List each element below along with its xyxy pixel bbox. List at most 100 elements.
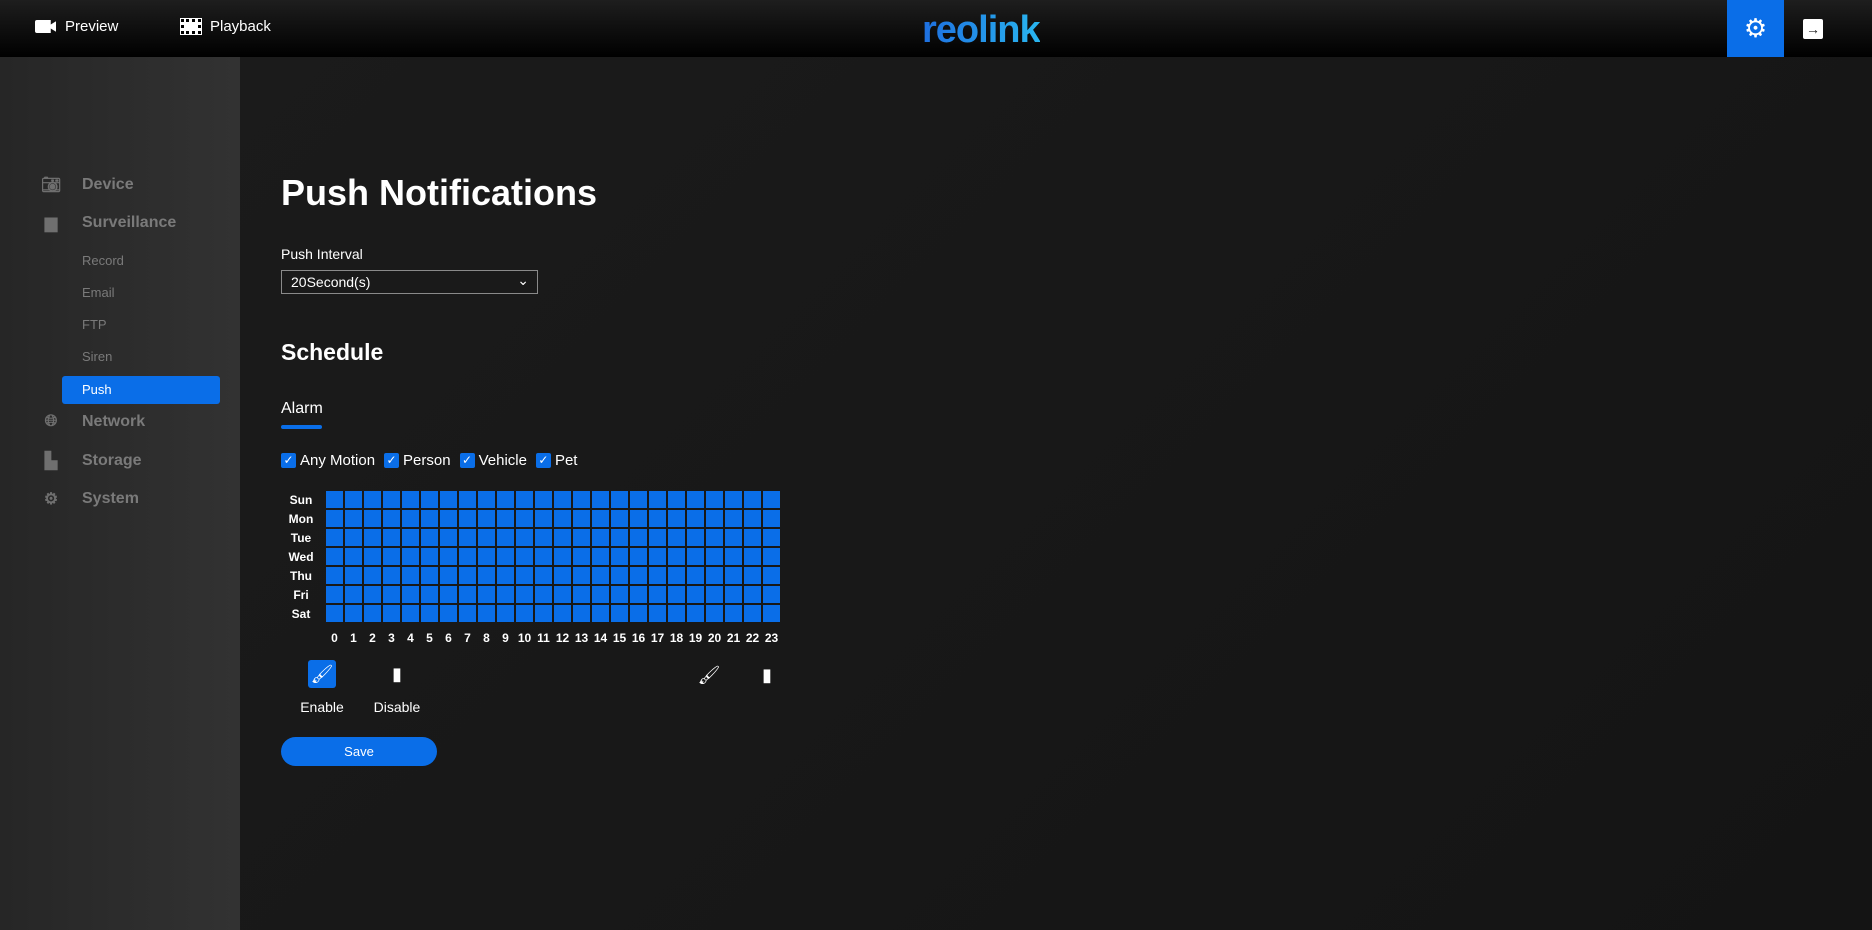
schedule-cell-sun-18[interactable] [668,491,685,508]
schedule-cell-fri-8[interactable] [478,586,495,603]
schedule-cell-thu-12[interactable] [554,567,571,584]
schedule-cell-mon-10[interactable] [516,510,533,527]
schedule-cell-sun-20[interactable] [706,491,723,508]
schedule-cell-fri-20[interactable] [706,586,723,603]
schedule-cell-thu-14[interactable] [592,567,609,584]
schedule-cell-sat-8[interactable] [478,605,495,622]
sidebar-item-network[interactable]: 🌐︎ Network [40,413,146,431]
settings-button[interactable]: ⚙ [1727,0,1784,57]
checkbox-vehicle[interactable]: ✓ Vehicle [459,452,527,469]
schedule-cell-mon-15[interactable] [611,510,628,527]
schedule-cell-sun-5[interactable] [421,491,438,508]
schedule-cell-fri-9[interactable] [497,586,514,603]
schedule-cell-thu-15[interactable] [611,567,628,584]
schedule-cell-mon-6[interactable] [440,510,457,527]
schedule-cell-mon-12[interactable] [554,510,571,527]
schedule-cell-wed-6[interactable] [440,548,457,565]
schedule-cell-mon-18[interactable] [668,510,685,527]
schedule-cell-mon-3[interactable] [383,510,400,527]
disable-eraser-button[interactable]: ▮ Disable [370,660,424,715]
schedule-cell-mon-13[interactable] [573,510,590,527]
schedule-cell-thu-21[interactable] [725,567,742,584]
sidebar-item-ftp[interactable]: FTP [82,317,107,332]
schedule-cell-sat-19[interactable] [687,605,704,622]
schedule-cell-tue-6[interactable] [440,529,457,546]
schedule-cell-fri-19[interactable] [687,586,704,603]
schedule-cell-sun-21[interactable] [725,491,742,508]
save-button[interactable]: Save [281,737,437,766]
schedule-cell-thu-6[interactable] [440,567,457,584]
schedule-cell-fri-0[interactable] [326,586,343,603]
schedule-cell-wed-12[interactable] [554,548,571,565]
schedule-cell-wed-18[interactable] [668,548,685,565]
schedule-cell-wed-2[interactable] [364,548,381,565]
schedule-cell-thu-8[interactable] [478,567,495,584]
schedule-cell-mon-7[interactable] [459,510,476,527]
schedule-cell-wed-23[interactable] [763,548,780,565]
schedule-cell-sun-7[interactable] [459,491,476,508]
schedule-cell-fri-17[interactable] [649,586,666,603]
checkbox-pet[interactable]: ✓ Pet [535,452,577,469]
schedule-cell-thu-11[interactable] [535,567,552,584]
schedule-cell-tue-8[interactable] [478,529,495,546]
schedule-cell-wed-14[interactable] [592,548,609,565]
schedule-cell-mon-20[interactable] [706,510,723,527]
schedule-cell-sun-3[interactable] [383,491,400,508]
schedule-cell-tue-15[interactable] [611,529,628,546]
sidebar-item-storage[interactable]: ▙ Storage [40,451,142,471]
schedule-grid[interactable] [326,491,780,622]
schedule-cell-thu-13[interactable] [573,567,590,584]
schedule-cell-sat-0[interactable] [326,605,343,622]
schedule-cell-tue-5[interactable] [421,529,438,546]
schedule-cell-sun-23[interactable] [763,491,780,508]
logout-button[interactable]: → [1803,19,1823,39]
schedule-cell-thu-2[interactable] [364,567,381,584]
schedule-cell-wed-15[interactable] [611,548,628,565]
schedule-cell-tue-4[interactable] [402,529,419,546]
schedule-cell-sat-13[interactable] [573,605,590,622]
schedule-cell-sat-16[interactable] [630,605,647,622]
schedule-cell-thu-20[interactable] [706,567,723,584]
preview-nav[interactable]: Preview [35,18,118,35]
schedule-cell-wed-21[interactable] [725,548,742,565]
schedule-cell-wed-13[interactable] [573,548,590,565]
schedule-cell-mon-2[interactable] [364,510,381,527]
schedule-cell-mon-17[interactable] [649,510,666,527]
schedule-cell-wed-19[interactable] [687,548,704,565]
schedule-cell-sat-21[interactable] [725,605,742,622]
schedule-cell-thu-7[interactable] [459,567,476,584]
schedule-cell-fri-5[interactable] [421,586,438,603]
schedule-cell-tue-16[interactable] [630,529,647,546]
schedule-cell-sat-12[interactable] [554,605,571,622]
schedule-cell-fri-6[interactable] [440,586,457,603]
schedule-cell-wed-10[interactable] [516,548,533,565]
schedule-cell-wed-4[interactable] [402,548,419,565]
schedule-cell-mon-22[interactable] [744,510,761,527]
schedule-cell-sat-5[interactable] [421,605,438,622]
playback-nav[interactable]: Playback [180,18,271,35]
schedule-cell-thu-10[interactable] [516,567,533,584]
sidebar-item-email[interactable]: Email [82,285,115,300]
push-interval-select[interactable]: 20Second(s) ⌄ [281,270,538,294]
clear-all-button[interactable]: ▮ [752,661,782,689]
schedule-cell-sun-4[interactable] [402,491,419,508]
schedule-cell-mon-14[interactable] [592,510,609,527]
schedule-cell-sat-18[interactable] [668,605,685,622]
schedule-cell-sat-20[interactable] [706,605,723,622]
schedule-cell-sun-15[interactable] [611,491,628,508]
schedule-cell-mon-0[interactable] [326,510,343,527]
schedule-cell-sun-17[interactable] [649,491,666,508]
schedule-cell-sun-8[interactable] [478,491,495,508]
schedule-cell-sat-3[interactable] [383,605,400,622]
schedule-cell-sat-6[interactable] [440,605,457,622]
schedule-cell-sun-11[interactable] [535,491,552,508]
schedule-cell-sun-6[interactable] [440,491,457,508]
sidebar-item-surveillance[interactable]: ▆ Surveillance [40,213,176,233]
sidebar-item-device[interactable]: 📷︎ Device [40,175,134,195]
schedule-cell-sat-14[interactable] [592,605,609,622]
schedule-cell-thu-16[interactable] [630,567,647,584]
schedule-cell-tue-20[interactable] [706,529,723,546]
schedule-cell-sun-9[interactable] [497,491,514,508]
sidebar-item-push[interactable]: Push [62,376,220,404]
schedule-cell-sat-4[interactable] [402,605,419,622]
